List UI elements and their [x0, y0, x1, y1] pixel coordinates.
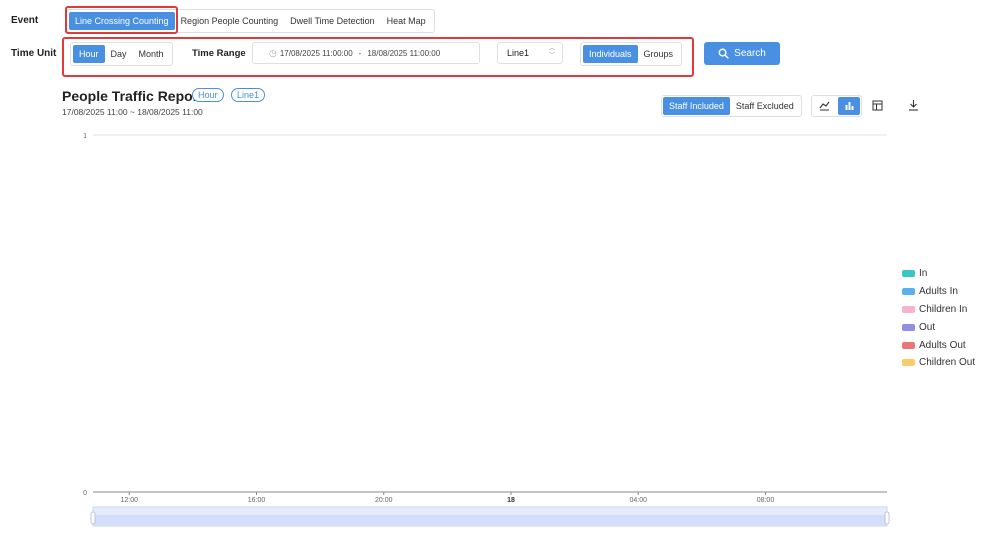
zoom-handle-left[interactable]	[90, 511, 96, 525]
legend-label: Children Out	[919, 357, 976, 369]
legend-swatch	[902, 341, 915, 349]
legend-swatch	[902, 288, 915, 296]
legend-label: Out	[919, 321, 936, 333]
y-tick-label: 1	[83, 133, 87, 140]
x-tick-label: 20:00	[375, 497, 393, 504]
x-tick-label: 18	[507, 497, 515, 504]
legend-label: In	[919, 268, 928, 280]
legend-swatch	[902, 270, 915, 278]
legend-swatch	[902, 359, 915, 367]
traffic-chart: 0 1 12:00 16:00 20:00 18 04:00 08:00	[83, 133, 890, 527]
legend-swatch	[902, 305, 915, 313]
legend-item[interactable]: Children Out	[902, 354, 975, 372]
chart-legend: In Adults In Children In Out Adults Out Child…	[902, 265, 975, 372]
legend-item[interactable]: Children In	[902, 301, 975, 319]
x-tick-label: 16:00	[248, 497, 266, 504]
y-tick-label: 0	[83, 490, 87, 497]
legend-swatch	[902, 323, 915, 331]
legend-label: Children In	[919, 303, 968, 315]
legend-item[interactable]: Adults Out	[902, 336, 975, 354]
legend-label: Adults Out	[919, 339, 966, 351]
legend-item[interactable]: Out	[902, 318, 975, 336]
legend-item[interactable]: Adults In	[902, 283, 975, 301]
legend-label: Adults In	[919, 286, 958, 298]
x-tick-label: 04:00	[629, 497, 647, 504]
zoom-slider[interactable]	[90, 506, 890, 527]
legend-item[interactable]: In	[902, 265, 975, 283]
x-tick-label: 08:00	[757, 497, 775, 504]
x-tick-label: 12:00	[120, 497, 138, 504]
zoom-handle-right[interactable]	[884, 511, 890, 525]
